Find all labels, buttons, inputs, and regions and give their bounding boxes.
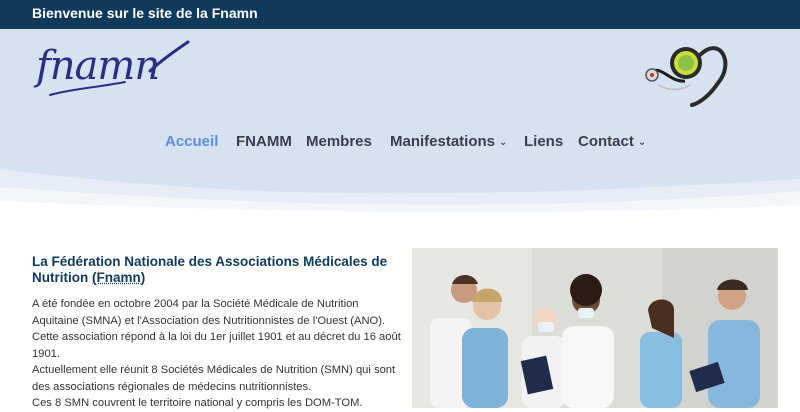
nav-item-label: Manifestations: [390, 133, 495, 150]
top-bar: Bienvenue sur le site de la Fnamn: [0, 0, 800, 29]
nav-item-label: Membres: [306, 133, 372, 150]
medical-team-photo: [412, 248, 778, 408]
intro-paragraph: Actuellement elle réunit 8 Sociétés Médi…: [32, 362, 402, 395]
nav-item-manifestations[interactable]: Manifestations ⌄: [390, 133, 507, 150]
welcome-text: Bienvenue sur le site de la Fnamn: [32, 5, 258, 21]
site-header: fnamn Accueil FNAMM Membres Manifestatio…: [0, 29, 800, 212]
nav-item-label: Contact: [578, 133, 634, 150]
title-text: La Fédération Nationale des Associations…: [32, 254, 387, 285]
intro-text: A été fondée en octobre 2004 par la Soci…: [32, 296, 402, 412]
chevron-down-icon: ⌄: [499, 137, 507, 148]
page-title: La Fédération Nationale des Associations…: [32, 254, 397, 286]
nav-item-accueil[interactable]: Accueil: [165, 133, 218, 150]
medical-team-image: [412, 248, 778, 408]
main-navigation: Accueil FNAMM Membres Manifestations ⌄ Li…: [0, 133, 800, 157]
nav-item-contact[interactable]: Contact ⌄: [578, 133, 646, 150]
nav-item-liens[interactable]: Liens: [524, 133, 563, 150]
nav-item-label: Accueil: [165, 133, 218, 150]
intro-paragraph: A été fondée en octobre 2004 par la Soci…: [32, 296, 402, 329]
title-acronym: (Fnamn): [92, 270, 145, 285]
site-logo[interactable]: fnamn: [30, 37, 200, 99]
nav-item-label: FNAMM: [236, 133, 292, 150]
logo-text: fnamn: [36, 43, 159, 89]
nav-item-membres[interactable]: Membres: [306, 133, 372, 150]
nav-item-fnamm[interactable]: FNAMM: [236, 133, 292, 150]
nav-item-label: Liens: [524, 133, 563, 150]
intro-paragraph: Cette association répond à la loi du 1er…: [32, 329, 402, 362]
stethoscope-apple-icon: [640, 33, 732, 109]
chevron-down-icon: ⌄: [638, 137, 646, 148]
intro-paragraph: Ces 8 SMN couvrent le territoire nationa…: [32, 395, 402, 412]
